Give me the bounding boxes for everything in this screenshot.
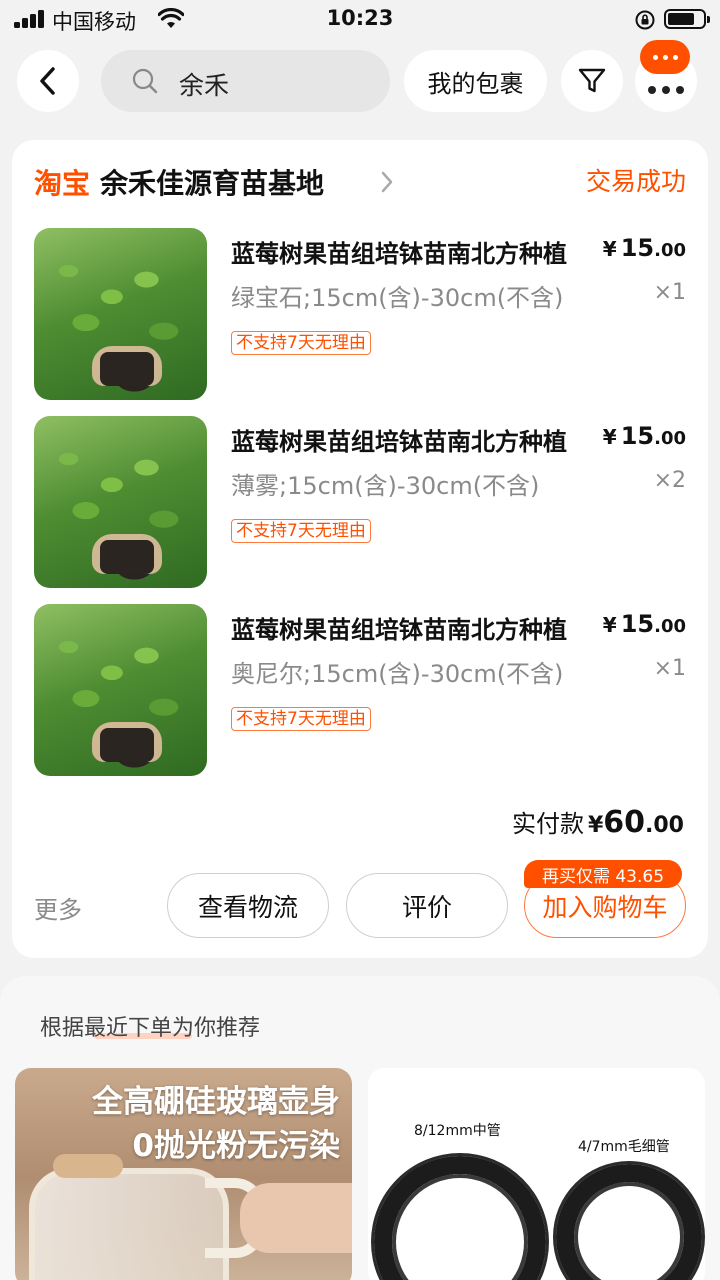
order-card: 淘宝 余禾佳源育苗基地 交易成功 蓝莓树果苗组培钵苗南北方种植 ¥15.00 绿… — [12, 140, 708, 958]
back-button[interactable] — [17, 50, 79, 112]
item-variant: 薄雾;15cm(含)-30cm(不含) — [231, 472, 540, 500]
item-title: 蓝莓树果苗组培钵苗南北方种植 — [231, 616, 567, 644]
my-packages-button[interactable]: 我的包裹 — [404, 50, 547, 112]
order-item[interactable]: 蓝莓树果苗组培钵苗南北方种植 ¥15.00 薄雾;15cm(含)-30cm(不含… — [34, 416, 686, 588]
taobao-logo: 淘宝 — [34, 167, 91, 200]
product-thumbnail[interactable] — [34, 228, 207, 400]
item-price: ¥15.00 — [602, 234, 686, 262]
hose-label-medium: 8/12mm中管 — [414, 1123, 501, 1139]
item-quantity: ×2 — [653, 468, 686, 493]
search-query: 余禾 — [179, 71, 230, 100]
item-title: 蓝莓树果苗组培钵苗南北方种植 — [231, 240, 567, 268]
order-status: 交易成功 — [585, 167, 686, 196]
kettle-headline: 全高硼硅玻璃壶身 0抛光粉无污染 — [92, 1084, 340, 1164]
hose-coil-image — [374, 1156, 546, 1280]
search-icon — [132, 68, 158, 94]
item-price: ¥15.00 — [602, 610, 686, 638]
total-paid: 实付款 ¥60.00 — [511, 805, 684, 840]
battery-icon — [664, 9, 710, 29]
item-quantity: ×1 — [653, 280, 686, 305]
rebuy-price-badge: 再买仅需 43.65 — [524, 860, 682, 888]
recommend-title: 根据最近下单为你推荐 — [40, 1016, 261, 1041]
recommend-card-hose[interactable]: 8/12mm中管 4/7mm毛细管 — [368, 1068, 705, 1280]
item-variant: 奥尼尔;15cm(含)-30cm(不含) — [231, 660, 564, 688]
hose-label-capillary: 4/7mm毛细管 — [578, 1139, 670, 1155]
item-price: ¥15.00 — [602, 422, 686, 450]
message-badge[interactable] — [640, 40, 690, 74]
shop-name[interactable]: 余禾佳源育苗基地 — [100, 162, 324, 202]
review-button[interactable]: 评价 — [346, 873, 508, 938]
order-item[interactable]: 蓝莓树果苗组培钵苗南北方种植 ¥15.00 绿宝石;15cm(含)-30cm(不… — [34, 228, 686, 400]
status-bar: 中国移动 10:23 — [0, 0, 720, 40]
more-link[interactable]: 更多 — [34, 890, 82, 925]
clock: 10:23 — [326, 6, 394, 30]
filter-icon — [578, 68, 606, 93]
kettle-image — [29, 1168, 229, 1280]
total-label: 实付款 — [511, 810, 584, 838]
product-thumbnail[interactable] — [34, 416, 207, 588]
more-dots-icon — [648, 86, 684, 94]
filter-button[interactable] — [561, 50, 623, 112]
no-return-tag: 不支持7天无理由 — [231, 331, 371, 355]
product-thumbnail[interactable] — [34, 604, 207, 776]
no-return-tag: 不支持7天无理由 — [231, 519, 371, 543]
shop-header[interactable]: 淘宝 余禾佳源育苗基地 交易成功 — [34, 162, 686, 202]
chevron-left-icon — [40, 67, 55, 95]
no-return-tag: 不支持7天无理由 — [231, 707, 371, 731]
chevron-right-icon — [381, 171, 393, 193]
recommend-card-kettle[interactable]: 全高硼硅玻璃壶身 0抛光粉无污染 — [15, 1068, 352, 1280]
hose-coil-image — [556, 1164, 702, 1280]
search-input[interactable]: 余禾 — [101, 50, 390, 112]
order-item[interactable]: 蓝莓树果苗组培钵苗南北方种植 ¥15.00 奥尼尔;15cm(含)-30cm(不… — [34, 604, 686, 776]
view-logistics-button[interactable]: 查看物流 — [167, 873, 329, 938]
item-title: 蓝莓树果苗组培钵苗南北方种植 — [231, 428, 567, 456]
item-quantity: ×1 — [653, 656, 686, 681]
item-variant: 绿宝石;15cm(含)-30cm(不含) — [231, 284, 564, 312]
rotation-lock-icon — [635, 10, 655, 30]
